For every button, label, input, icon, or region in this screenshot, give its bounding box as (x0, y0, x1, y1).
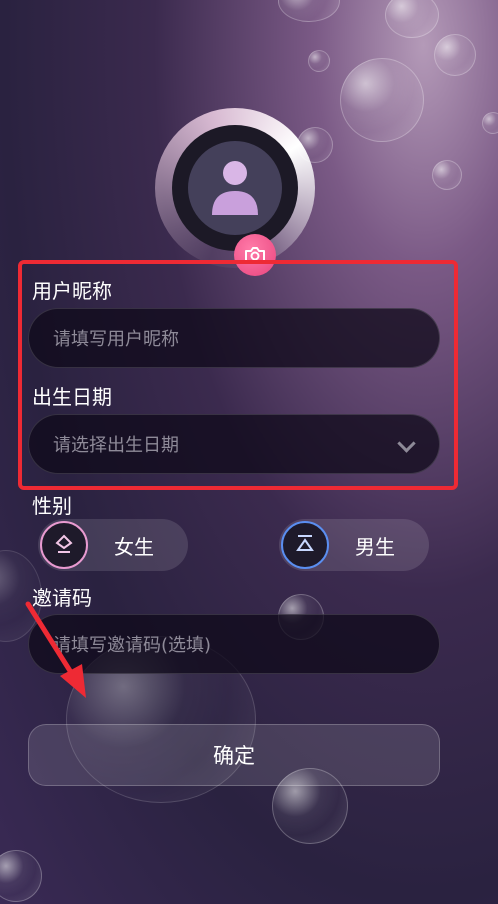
decor-bubble (385, 0, 439, 38)
decor-bubble (308, 50, 330, 72)
male-symbol-icon (281, 521, 329, 569)
gender-male-label: 男生 (355, 534, 395, 559)
decor-bubble (278, 0, 340, 22)
decor-bubble (0, 850, 42, 902)
decor-bubble (340, 58, 424, 142)
highlight-frame (18, 260, 458, 490)
annotation-arrow (25, 601, 86, 698)
decor-bubble (482, 112, 498, 134)
decor-bubble (432, 160, 462, 190)
avatar[interactable] (188, 141, 282, 235)
gender-male-option[interactable]: 男生 (279, 519, 429, 571)
confirm-button[interactable]: 确定 (28, 724, 440, 786)
user-placeholder-icon (212, 161, 258, 215)
gender-label: 性别 (32, 494, 72, 518)
gender-female-label: 女生 (114, 534, 154, 559)
female-symbol-icon (40, 521, 88, 569)
gender-female-option[interactable]: 女生 (38, 519, 188, 571)
decor-bubble (434, 34, 476, 76)
